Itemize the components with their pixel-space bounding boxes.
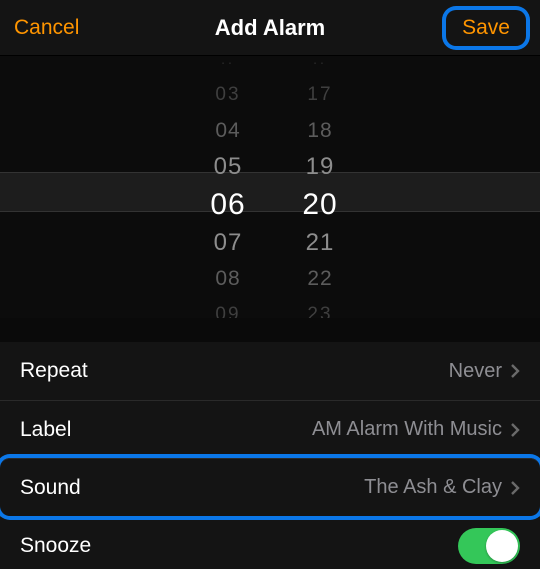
repeat-label: Repeat (20, 359, 88, 383)
sound-row[interactable]: Sound The Ash & Clay (0, 458, 540, 516)
hour-selected: 06 (210, 185, 245, 225)
save-button[interactable]: Save (446, 10, 526, 46)
alarm-settings-list: Repeat Never Label AM Alarm With Music S… (0, 342, 540, 569)
chevron-right-icon (510, 422, 520, 438)
chevron-right-icon (510, 363, 520, 379)
minute-option: 18 (307, 113, 332, 149)
repeat-row[interactable]: Repeat Never (0, 342, 540, 400)
hour-option: 05 (214, 149, 243, 185)
hour-option: 09 (215, 297, 240, 318)
header: Cancel Add Alarm Save (0, 0, 540, 56)
cancel-button[interactable]: Cancel (14, 16, 79, 40)
label-value: AM Alarm With Music (312, 418, 520, 441)
toggle-knob (486, 530, 518, 562)
time-picker[interactable]: .. 03 04 05 06 07 08 09 .. 17 18 19 20 2… (0, 56, 540, 318)
snooze-toggle[interactable] (458, 528, 520, 564)
hour-option: 07 (214, 225, 243, 261)
hour-option: 03 (215, 77, 240, 113)
hour-wheel[interactable]: .. 03 04 05 06 07 08 09 (188, 56, 268, 318)
picker-selection-band (0, 172, 540, 212)
chevron-right-icon (510, 480, 520, 496)
label-label: Label (20, 418, 71, 442)
snooze-row: Snooze (0, 516, 540, 569)
minute-option: 23 (307, 297, 332, 318)
sound-value: The Ash & Clay (364, 476, 520, 499)
hour-option: 08 (215, 261, 240, 297)
minute-option: 21 (306, 225, 335, 261)
repeat-value: Never (449, 360, 520, 383)
minute-option: .. (313, 56, 327, 77)
minute-option: 17 (307, 77, 332, 113)
minute-selected: 20 (302, 185, 337, 225)
minute-option: 22 (307, 261, 332, 297)
minute-option: 19 (306, 149, 335, 185)
minute-wheel[interactable]: .. 17 18 19 20 21 22 23 (280, 56, 360, 318)
sound-label: Sound (20, 476, 81, 500)
snooze-label: Snooze (20, 534, 91, 558)
hour-option: 04 (215, 113, 240, 149)
label-row[interactable]: Label AM Alarm With Music (0, 400, 540, 458)
hour-option: .. (221, 56, 235, 77)
